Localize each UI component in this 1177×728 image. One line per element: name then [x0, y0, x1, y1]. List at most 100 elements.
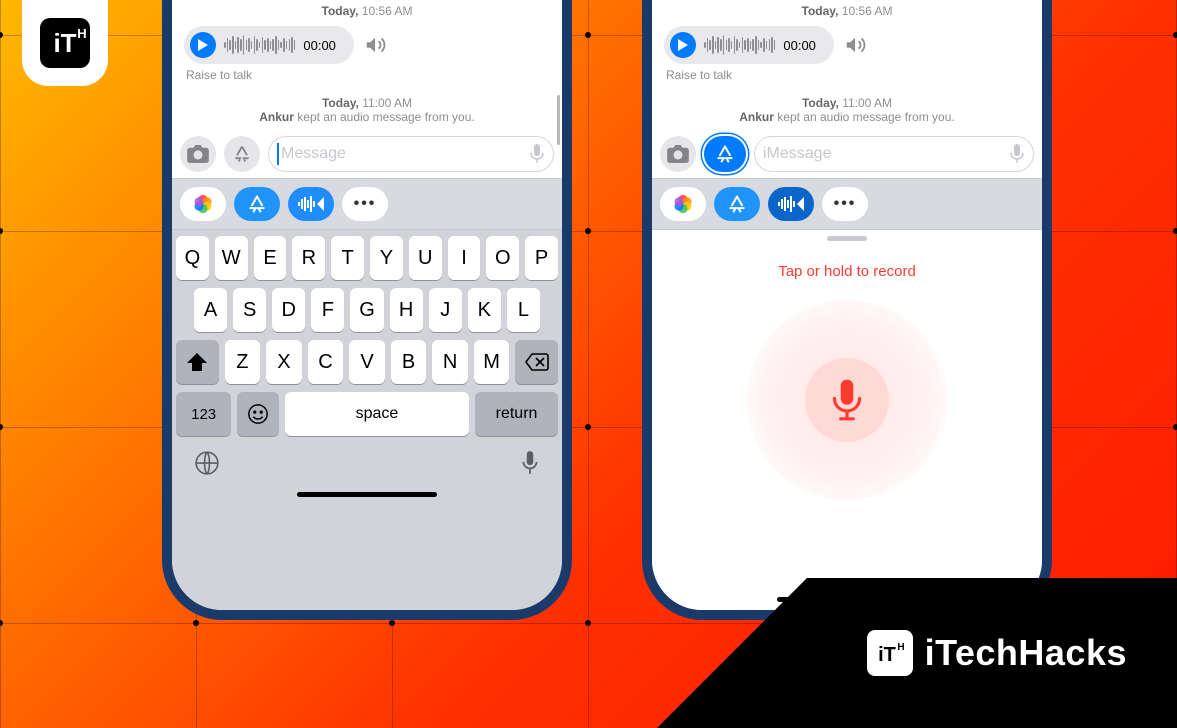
audio-duration: 00:00: [783, 38, 816, 53]
key-l[interactable]: L: [507, 288, 540, 332]
keyboard: Q W E R T Y U I O P A S D F G H J K L: [172, 230, 562, 610]
app-store-button-active[interactable]: [704, 136, 746, 172]
audio-duration: 00:00: [303, 38, 336, 53]
home-indicator[interactable]: [297, 492, 437, 497]
key-f[interactable]: F: [311, 288, 344, 332]
keyboard-row-3: Z X C V B N M: [176, 340, 558, 384]
itechhacks-logo-icon: iT H: [38, 16, 92, 70]
waveform-icon: [224, 35, 295, 55]
audio-bubble[interactable]: 00:00: [664, 26, 834, 64]
phone-frame-left: Today, 10:56 AM 00:00 Raise to talk Toda…: [162, 0, 572, 620]
dictation-icon[interactable]: [529, 144, 545, 164]
app-store-pill[interactable]: [714, 187, 760, 221]
chat-area: Today, 10:56 AM 00:00 Raise to talk Toda…: [652, 0, 1042, 130]
keyboard-row-1: Q W E R T Y U I O P: [176, 236, 558, 280]
keyboard-bottom-bar: [176, 444, 558, 478]
key-v[interactable]: V: [349, 340, 385, 384]
key-u[interactable]: U: [409, 236, 442, 280]
waveform-icon: [704, 35, 775, 55]
phone-screen-right: Today, 10:56 AM 00:00 Raise to talk Toda…: [652, 0, 1042, 610]
record-pane: Tap or hold to record: [652, 230, 1042, 610]
timestamp-time: 11:00 AM: [362, 96, 412, 110]
svg-text:iT: iT: [878, 644, 896, 666]
app-store-pill[interactable]: [234, 187, 280, 221]
key-n[interactable]: N: [432, 340, 468, 384]
app-store-button[interactable]: [224, 136, 260, 172]
photos-app-pill[interactable]: [660, 187, 706, 221]
phone-frame-right: Today, 10:56 AM 00:00 Raise to talk Toda…: [642, 0, 1052, 620]
message-field[interactable]: Message: [268, 136, 554, 172]
play-icon[interactable]: [190, 32, 216, 58]
more-apps-pill[interactable]: •••: [342, 187, 388, 221]
space-key[interactable]: space: [285, 392, 469, 436]
svg-text:iT: iT: [53, 28, 76, 58]
key-r[interactable]: R: [292, 236, 325, 280]
key-e[interactable]: E: [254, 236, 287, 280]
key-s[interactable]: S: [233, 288, 266, 332]
key-x[interactable]: X: [266, 340, 302, 384]
app-strip: •••: [652, 178, 1042, 230]
audio-app-pill[interactable]: [288, 187, 334, 221]
return-key[interactable]: return: [475, 392, 558, 436]
key-c[interactable]: C: [308, 340, 344, 384]
backspace-key[interactable]: [515, 340, 558, 384]
key-p[interactable]: P: [525, 236, 558, 280]
speaker-icon[interactable]: [844, 34, 866, 56]
itechhacks-logo-icon: iTH: [867, 630, 913, 676]
globe-icon[interactable]: [194, 450, 220, 476]
timestamp-time: 10:56 AM: [842, 4, 893, 18]
audio-app-pill-selected[interactable]: [768, 187, 814, 221]
shift-key[interactable]: [176, 340, 219, 384]
key-j[interactable]: J: [429, 288, 462, 332]
key-q[interactable]: Q: [176, 236, 209, 280]
key-a[interactable]: A: [194, 288, 227, 332]
record-button[interactable]: [805, 358, 889, 442]
camera-button[interactable]: [180, 136, 216, 172]
site-badge-top-left: iT H: [22, 0, 108, 86]
svg-text:H: H: [77, 26, 86, 41]
key-y[interactable]: Y: [370, 236, 403, 280]
audio-bubble[interactable]: 00:00: [184, 26, 354, 64]
timestamp-time: 11:00 AM: [842, 96, 892, 110]
input-bar: iMessage: [652, 130, 1042, 178]
more-apps-pill[interactable]: •••: [822, 187, 868, 221]
drag-handle[interactable]: [827, 236, 867, 241]
timestamp-1: Today, 10:56 AM: [180, 0, 554, 24]
key-b[interactable]: B: [391, 340, 427, 384]
timestamp-label: Today,: [322, 4, 359, 18]
message-field[interactable]: iMessage: [754, 136, 1034, 172]
timestamp-time: 10:56 AM: [362, 4, 413, 18]
dictation-icon[interactable]: [1009, 144, 1025, 164]
raise-to-talk-hint: Raise to talk: [180, 66, 554, 92]
speaker-icon[interactable]: [364, 34, 386, 56]
mic-icon[interactable]: [520, 450, 540, 476]
record-halo: [747, 300, 947, 500]
timestamp-2: Today, 11:00 AM Ankur kept an audio mess…: [180, 92, 554, 130]
scrollbar[interactable]: [557, 95, 560, 145]
photos-app-pill[interactable]: [180, 187, 226, 221]
timestamp-label: Today,: [322, 96, 359, 110]
key-k[interactable]: K: [468, 288, 501, 332]
timestamp-label: Today,: [802, 96, 839, 110]
key-m[interactable]: M: [474, 340, 510, 384]
key-i[interactable]: I: [448, 236, 481, 280]
brand-name: iTechHacks: [925, 632, 1127, 674]
kept-text: kept an audio message from you.: [294, 110, 475, 124]
keyboard-row-4: 123 space return: [176, 392, 558, 436]
phone-screen-left: Today, 10:56 AM 00:00 Raise to talk Toda…: [172, 0, 562, 610]
key-z[interactable]: Z: [225, 340, 261, 384]
key-h[interactable]: H: [390, 288, 423, 332]
key-t[interactable]: T: [331, 236, 364, 280]
kept-text: kept an audio message from you.: [774, 110, 955, 124]
emoji-key[interactable]: [237, 392, 278, 436]
audio-message-row: 00:00: [180, 24, 554, 66]
chat-area: Today, 10:56 AM 00:00 Raise to talk Toda…: [172, 0, 562, 130]
key-w[interactable]: W: [215, 236, 248, 280]
key-g[interactable]: G: [350, 288, 383, 332]
timestamp-label: Today,: [802, 4, 839, 18]
play-icon[interactable]: [670, 32, 696, 58]
numbers-key[interactable]: 123: [176, 392, 231, 436]
key-d[interactable]: D: [272, 288, 305, 332]
key-o[interactable]: O: [486, 236, 519, 280]
camera-button[interactable]: [660, 136, 696, 172]
